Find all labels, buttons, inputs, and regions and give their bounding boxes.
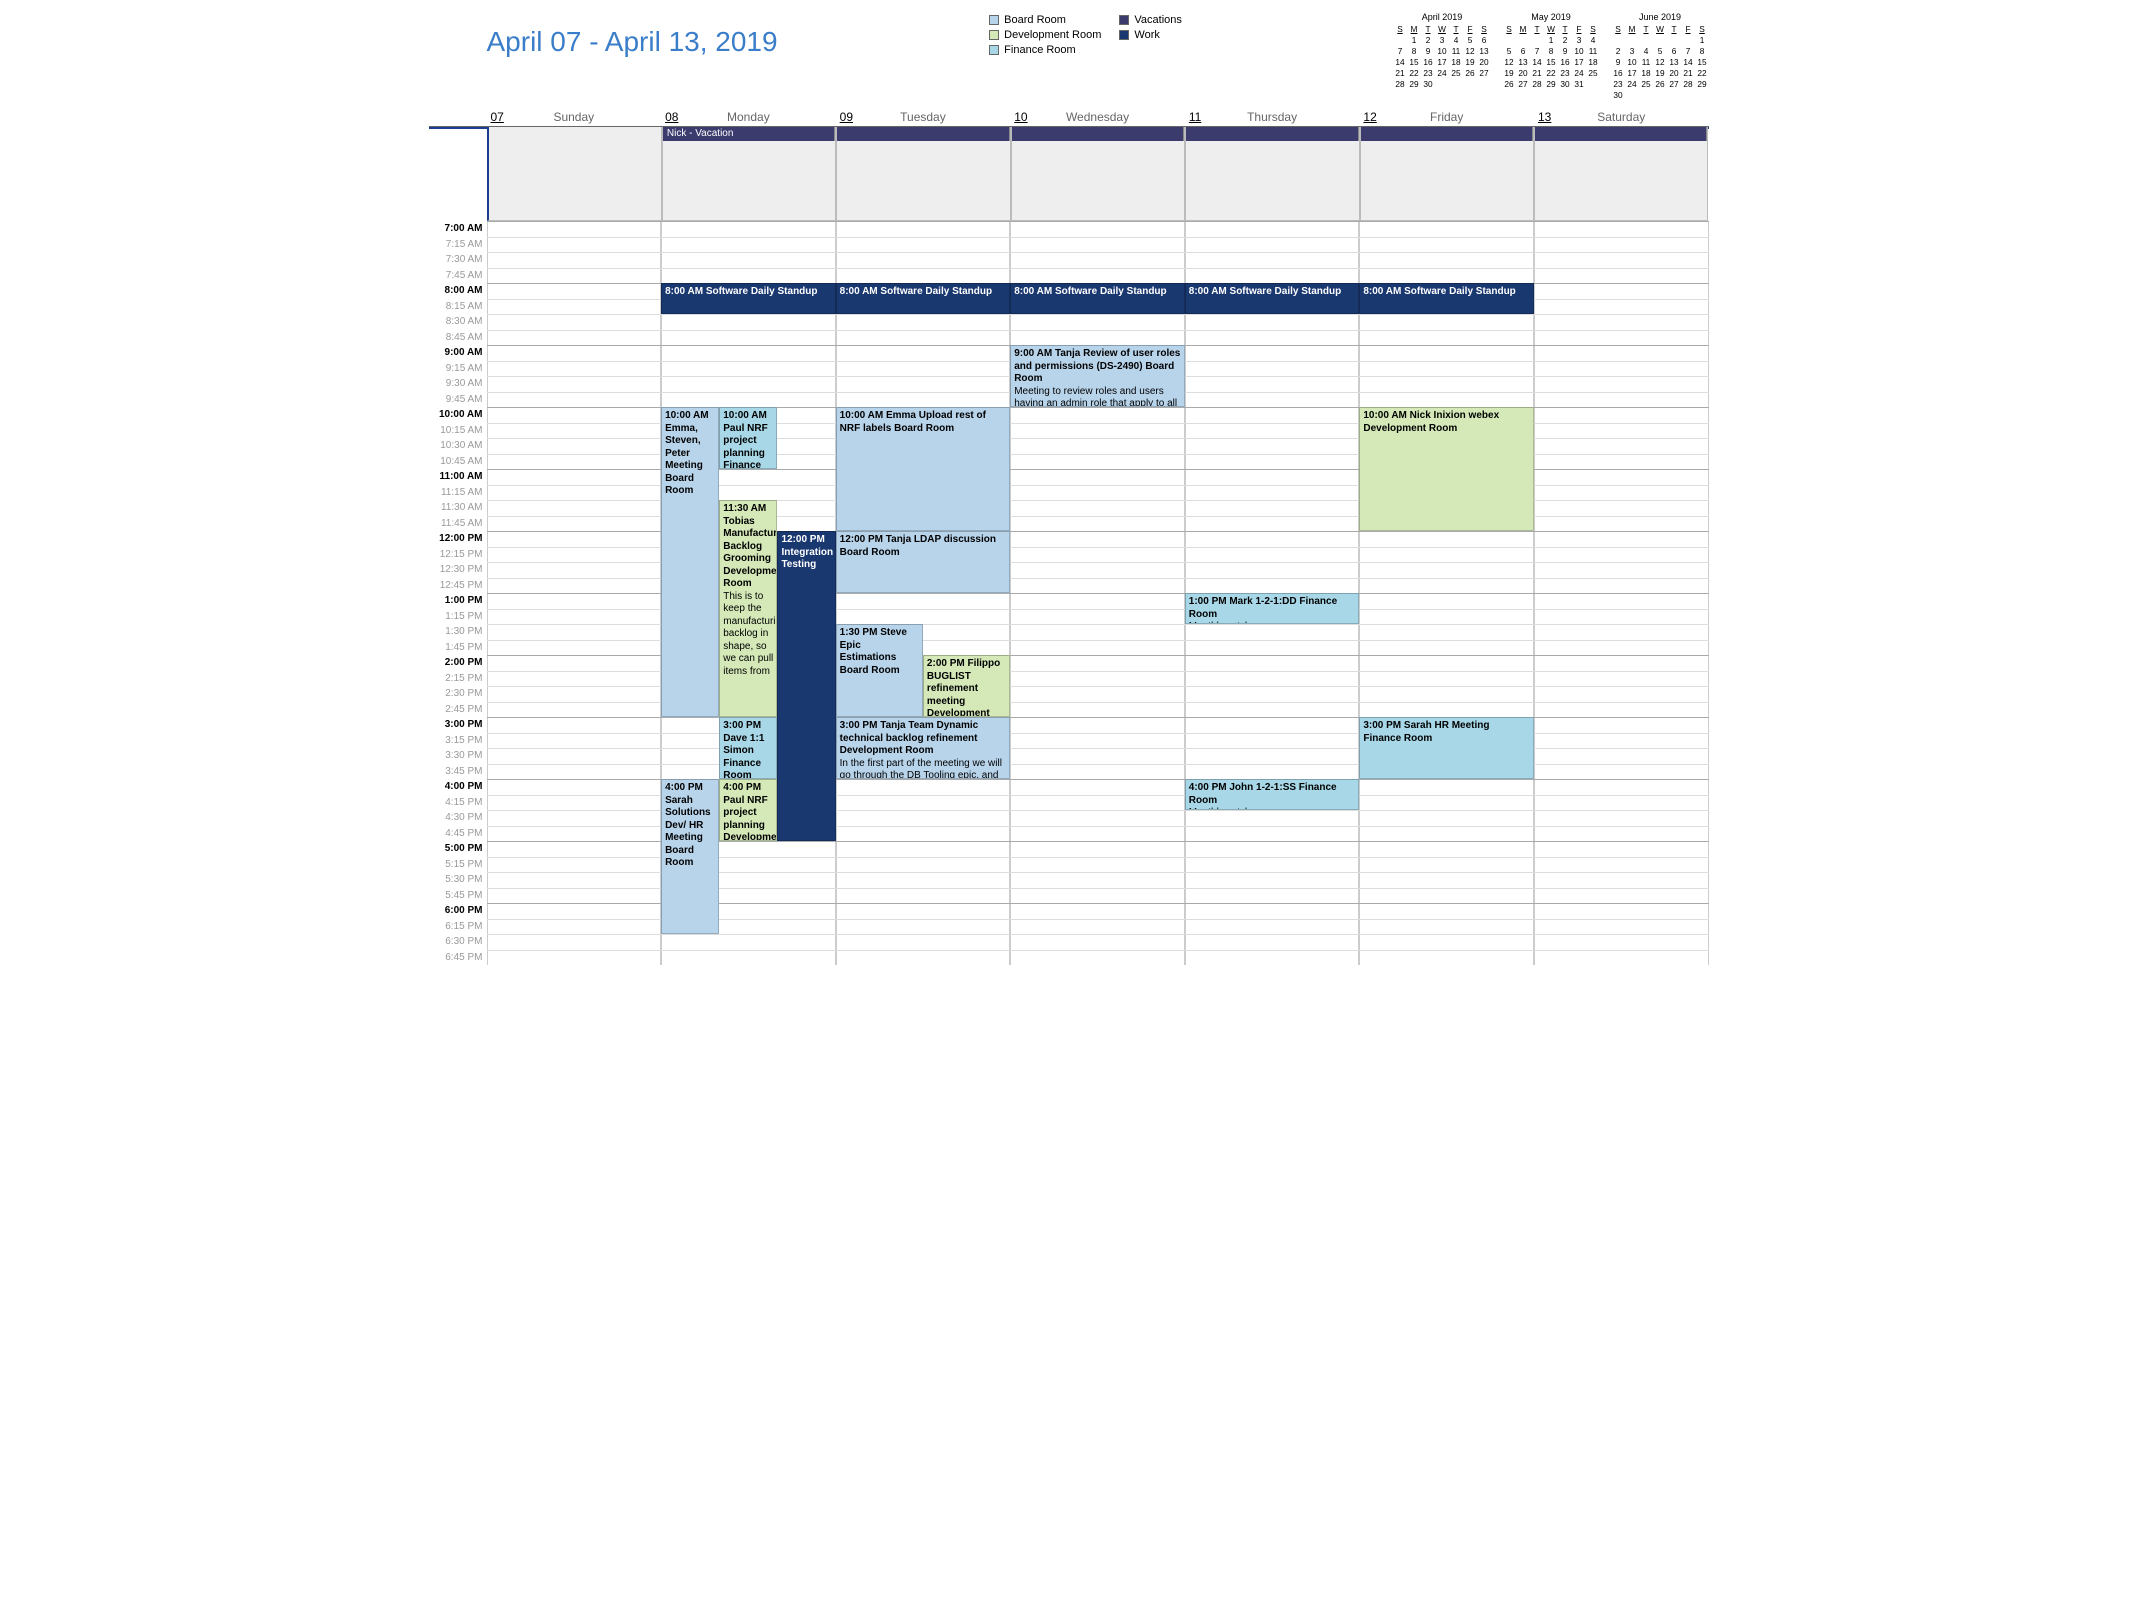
allday-cell[interactable] (487, 127, 662, 221)
day-header[interactable]: 13Saturday (1534, 108, 1709, 126)
allday-event[interactable] (837, 127, 1009, 141)
mini-calendars: April 2019SMTWTFS12345678910111213141516… (1394, 12, 1709, 100)
allday-event[interactable]: Nick - Vacation (663, 127, 835, 141)
mini-calendar[interactable]: May 2019SMTWTFS1234567891011121314151617… (1503, 12, 1600, 100)
mini-calendar[interactable]: April 2019SMTWTFS12345678910111213141516… (1394, 12, 1491, 100)
allday-event[interactable] (1012, 127, 1184, 141)
allday-row: Nick - Vacation (429, 127, 1709, 221)
swatch-work (1119, 30, 1129, 40)
page-title: April 07 - April 13, 2019 (429, 8, 778, 100)
allday-event[interactable] (1186, 127, 1358, 141)
day-header[interactable]: 10Wednesday (1010, 108, 1185, 126)
day-header[interactable]: 11Thursday (1185, 108, 1360, 126)
mini-calendar[interactable]: June 2019SMTWTFS123456789101112131415161… (1612, 12, 1709, 100)
allday-event[interactable] (1535, 127, 1707, 141)
swatch-board-room (989, 15, 999, 25)
day-header[interactable]: 08Monday (661, 108, 836, 126)
allday-cell[interactable]: Nick - Vacation (662, 127, 836, 221)
day-header[interactable]: 09Tuesday (836, 108, 1011, 126)
allday-event[interactable] (1361, 127, 1533, 141)
swatch-vacations (1119, 15, 1129, 25)
calendar-grid[interactable]: 8:00 AM Software Daily Standup8:00 AM So… (487, 221, 1709, 965)
swatch-fin-room (989, 45, 999, 55)
allday-cell[interactable] (1534, 127, 1708, 221)
day-header[interactable]: 12Friday (1359, 108, 1534, 126)
allday-cell[interactable] (1185, 127, 1359, 221)
time-axis: 7:00 AM7:15 AM7:30 AM7:45 AM8:00 AM8:15 … (429, 221, 487, 965)
allday-cell[interactable] (1011, 127, 1185, 221)
day-header[interactable]: 07Sunday (487, 108, 662, 126)
day-header-row: 07Sunday 08Monday 09Tuesday 10Wednesday … (429, 108, 1709, 127)
allday-cell[interactable] (836, 127, 1010, 221)
swatch-dev-room (989, 30, 999, 40)
legend: Board Room Vacations Development Room Wo… (989, 14, 1182, 100)
allday-cell[interactable] (1360, 127, 1534, 221)
